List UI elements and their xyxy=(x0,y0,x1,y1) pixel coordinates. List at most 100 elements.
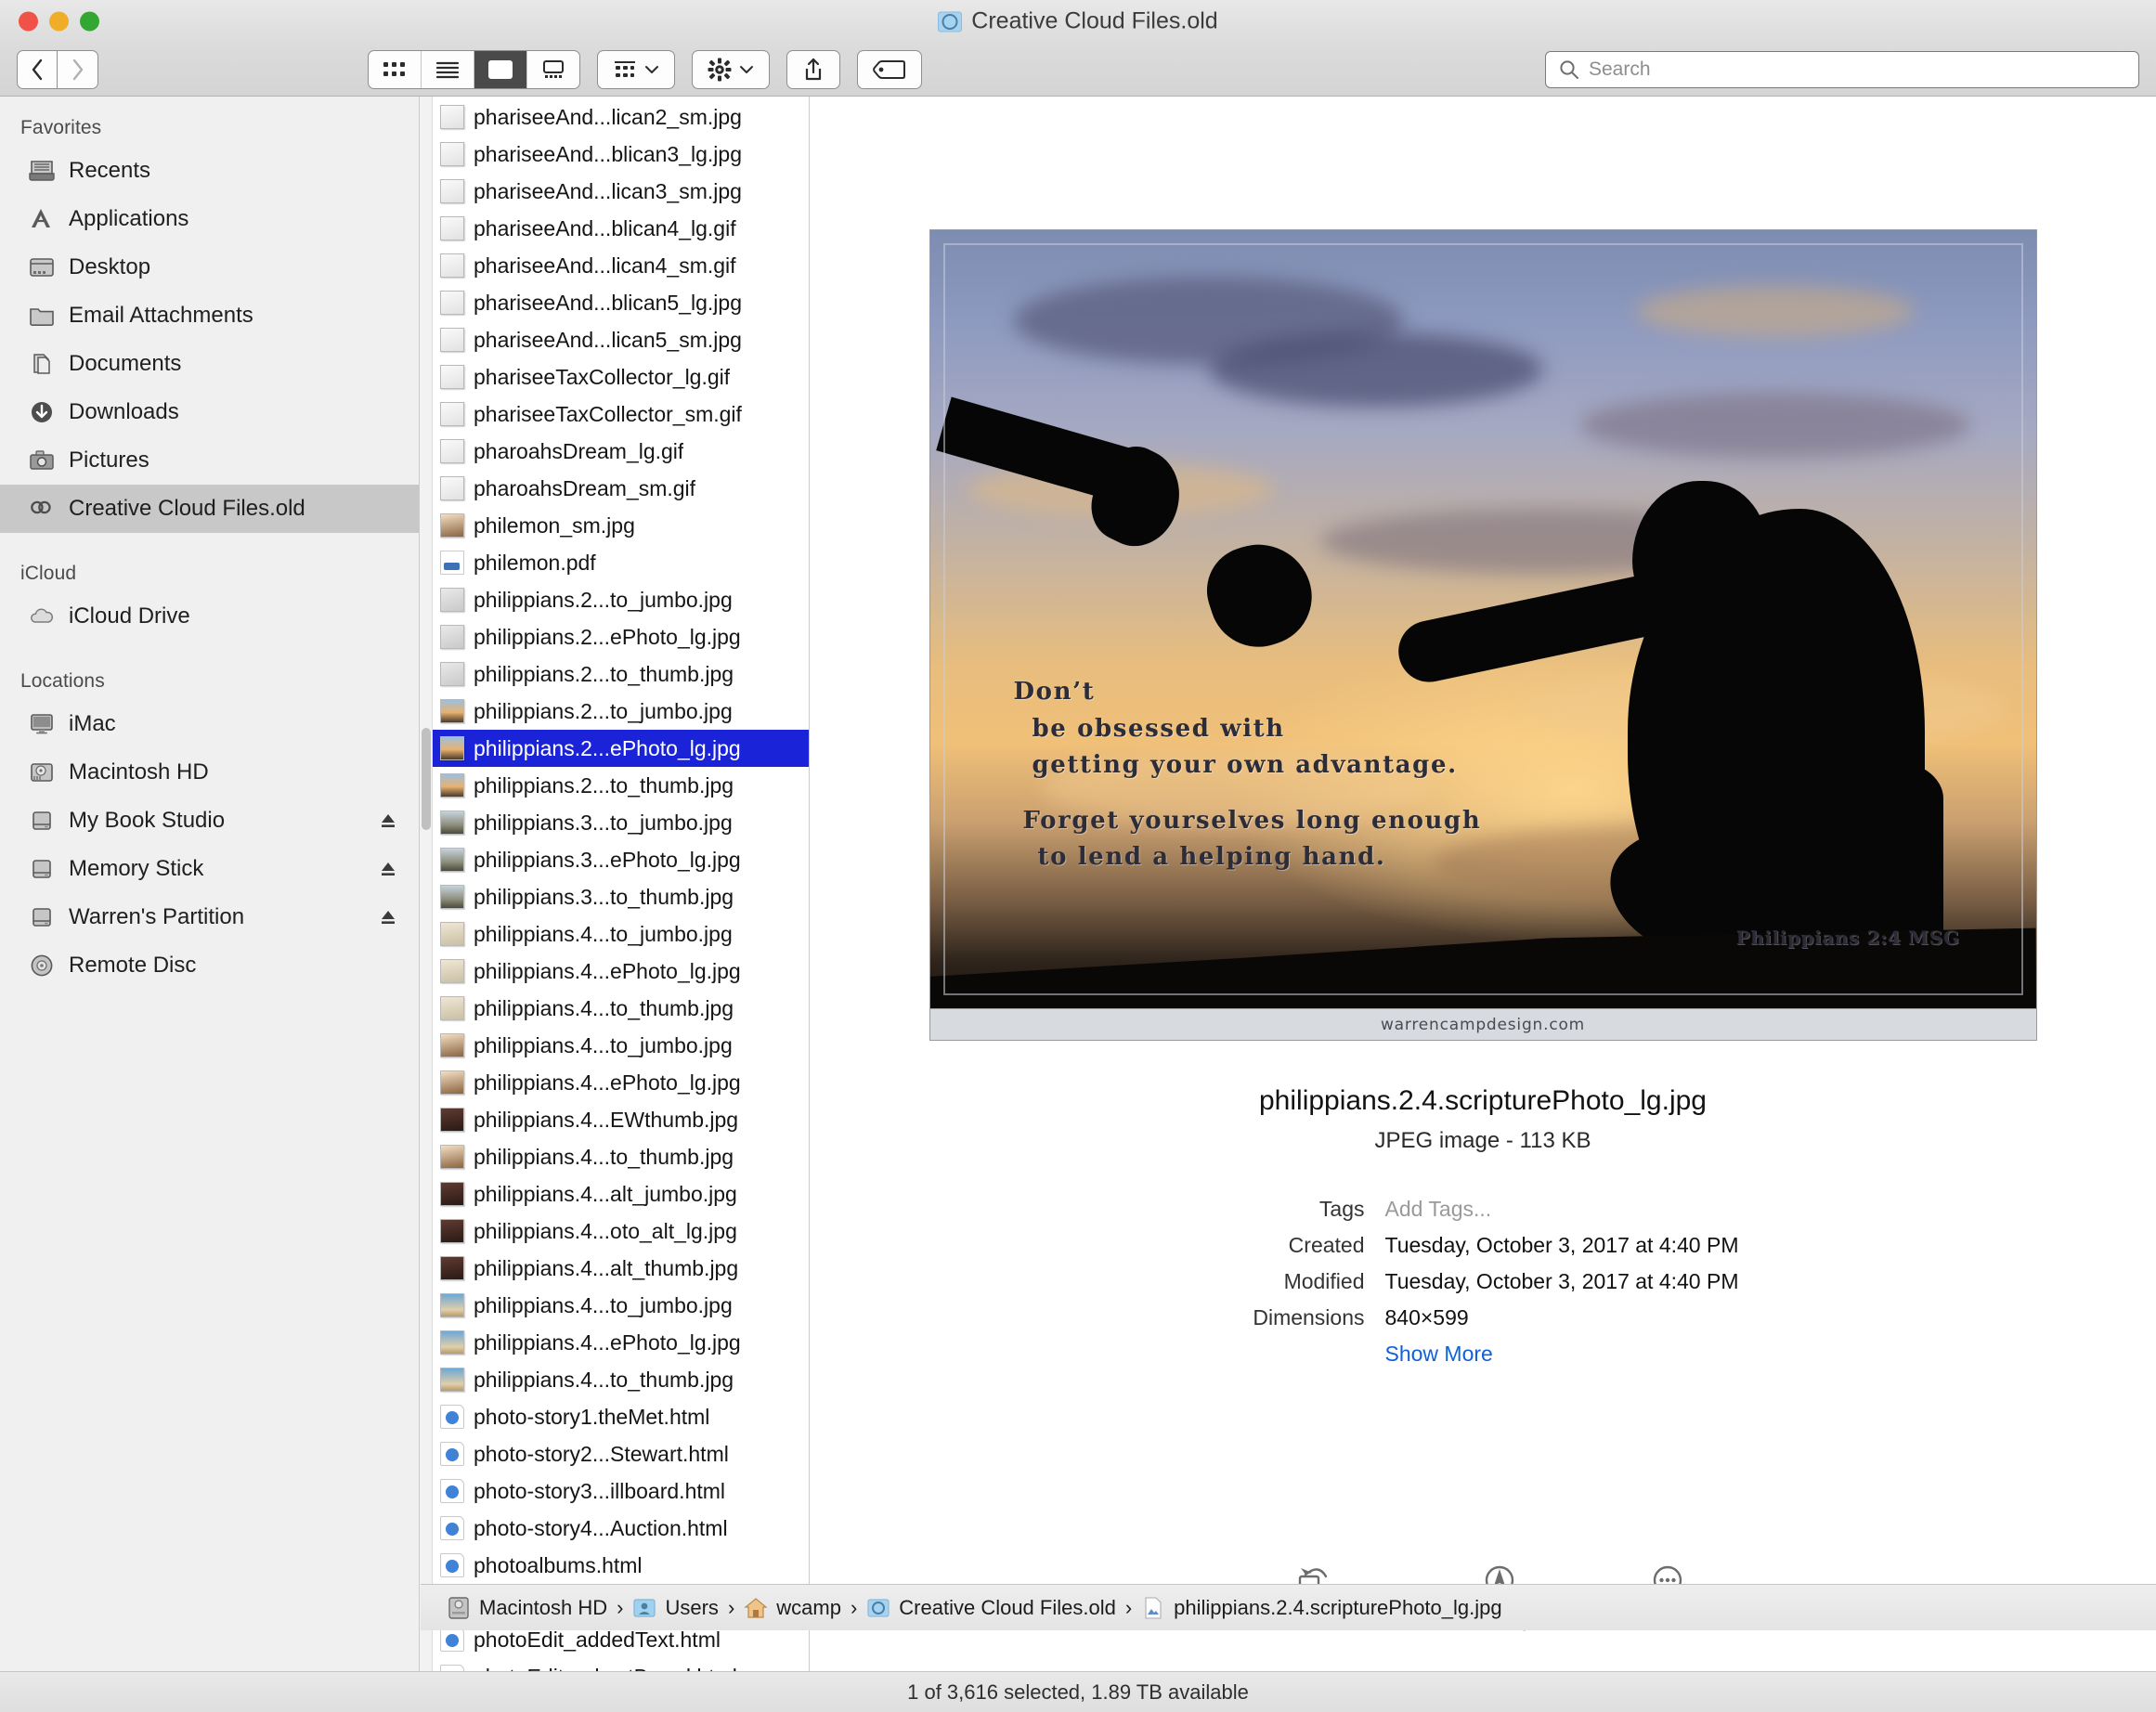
sidebar-item-imac[interactable]: iMac xyxy=(0,700,419,748)
file-list-item[interactable]: philippians.4...ePhoto_lg.jpg xyxy=(433,1324,809,1361)
file-list-item[interactable]: pharoahsDream_sm.gif xyxy=(433,470,809,507)
sidebar-item-icloud-drive[interactable]: iCloud Drive xyxy=(0,592,419,641)
file-list-item[interactable]: philippians.4...EWthumb.jpg xyxy=(433,1101,809,1138)
file-list-item[interactable]: philippians.2...to_jumbo.jpg xyxy=(433,693,809,730)
file-list-item[interactable]: philippians.4...alt_thumb.jpg xyxy=(433,1250,809,1287)
preview-image: Don’t be obsessed with getting your own … xyxy=(929,229,2037,1009)
file-list-item[interactable]: photo-story3...illboard.html xyxy=(433,1472,809,1510)
file-list-item[interactable]: pharoahsDream_lg.gif xyxy=(433,433,809,470)
file-list-item[interactable]: philippians.4...oto_alt_lg.jpg xyxy=(433,1213,809,1250)
gallery-view-button[interactable] xyxy=(527,51,579,88)
file-list-item[interactable]: philippians.2...to_thumb.jpg xyxy=(433,767,809,804)
sidebar-item-label: Downloads xyxy=(69,399,398,425)
file-list-item[interactable]: philippians.2...to_thumb.jpg xyxy=(433,655,809,693)
column-view-button[interactable] xyxy=(474,51,527,88)
sidebar-item-pictures[interactable]: Pictures xyxy=(0,436,419,485)
metadata-value-tags[interactable]: Add Tags... xyxy=(1385,1197,1739,1222)
eject-icon[interactable] xyxy=(378,907,398,927)
sidebar-item-email-attachments[interactable]: Email Attachments xyxy=(0,292,419,340)
sidebar-item-macintosh-hd[interactable]: Macintosh HD xyxy=(0,748,419,797)
file-name: phariseeTaxCollector_lg.gif xyxy=(474,365,730,390)
file-list-item[interactable]: philippians.4...to_thumb.jpg xyxy=(433,1361,809,1398)
file-name: philippians.2...ePhoto_lg.jpg xyxy=(474,625,741,650)
file-list-item[interactable]: photoalbums.html xyxy=(433,1547,809,1584)
file-list-item[interactable]: photoEdit_ad...xtBread.html xyxy=(433,1658,809,1671)
file-list-item[interactable]: phariseeAnd...lican5_sm.jpg xyxy=(433,321,809,358)
sidebar-item-label: iMac xyxy=(69,711,398,737)
breadcrumb-item[interactable]: Users xyxy=(632,1596,718,1620)
file-list-item[interactable]: philippians.4...to_thumb.jpg xyxy=(433,1138,809,1175)
file-list-item[interactable]: philippians.4...to_jumbo.jpg xyxy=(433,1027,809,1064)
scrollbar-thumb[interactable] xyxy=(422,728,431,830)
file-list-item[interactable]: philemon.pdf xyxy=(433,544,809,581)
file-list-item[interactable]: phariseeAnd...lican4_sm.gif xyxy=(433,247,809,284)
file-list-item[interactable]: philippians.4...to_jumbo.jpg xyxy=(433,915,809,953)
file-list-item[interactable]: phariseeAnd...blican5_lg.jpg xyxy=(433,284,809,321)
folder-icon xyxy=(28,302,56,330)
sidebar-item-remote-disc[interactable]: Remote Disc xyxy=(0,941,419,990)
file-list-item[interactable]: phariseeAnd...blican3_lg.jpg xyxy=(433,136,809,173)
file-list-item[interactable]: phariseeAnd...lican3_sm.jpg xyxy=(433,173,809,210)
file-list-item[interactable]: phariseeTaxCollector_lg.gif xyxy=(433,358,809,396)
breadcrumb-item[interactable]: philippians.2.4.scripturePhoto_lg.jpg xyxy=(1141,1596,1501,1620)
breadcrumb-item[interactable]: Creative Cloud Files.old xyxy=(866,1596,1116,1620)
sidebar-item-warrens-partition[interactable]: Warren's Partition xyxy=(0,893,419,941)
share-icon xyxy=(802,58,825,82)
file-list-item[interactable]: phariseeTaxCollector_sm.gif xyxy=(433,396,809,433)
file-list-item[interactable]: philippians.4...ePhoto_lg.jpg xyxy=(433,1064,809,1101)
breadcrumb-item[interactable]: Macintosh HD xyxy=(447,1596,607,1620)
file-list-item[interactable]: philippians.2...ePhoto_lg.jpg xyxy=(433,618,809,655)
file-list-item[interactable]: philippians.3...ePhoto_lg.jpg xyxy=(433,841,809,878)
sidebar-item-downloads[interactable]: Downloads xyxy=(0,388,419,436)
sidebar-item-desktop[interactable]: Desktop xyxy=(0,243,419,292)
file-list-item[interactable]: philemon_sm.jpg xyxy=(433,507,809,544)
file-list-item[interactable]: photo-story2...Stewart.html xyxy=(433,1435,809,1472)
back-button[interactable] xyxy=(17,50,58,89)
eject-icon[interactable] xyxy=(378,859,398,879)
imac-icon xyxy=(28,710,56,738)
share-button[interactable] xyxy=(786,50,840,89)
search-field[interactable]: Search xyxy=(1545,51,2139,88)
file-list-item[interactable]: philippians.3...to_jumbo.jpg xyxy=(433,804,809,841)
file-list-item[interactable]: philippians.4...to_jumbo.jpg xyxy=(433,1287,809,1324)
html-file-icon xyxy=(440,1479,464,1503)
column-scrollbar[interactable] xyxy=(420,97,433,1671)
file-list-item[interactable]: philippians.2...ePhoto_lg.jpg xyxy=(433,730,809,767)
file-name: philippians.2...to_thumb.jpg xyxy=(474,662,734,687)
icon-view-button[interactable] xyxy=(369,51,422,88)
file-list-item[interactable]: philippians.3...to_thumb.jpg xyxy=(433,878,809,915)
file-name: photo-story1.theMet.html xyxy=(474,1405,709,1430)
sidebar-item-memory-stick[interactable]: Memory Stick xyxy=(0,845,419,893)
file-name: philippians.2...to_jumbo.jpg xyxy=(474,588,733,613)
breadcrumb-item[interactable]: wcamp xyxy=(744,1596,841,1620)
list-view-button[interactable] xyxy=(422,51,474,88)
image-thumbnail-icon xyxy=(440,662,464,686)
file-name: philippians.4...alt_thumb.jpg xyxy=(474,1256,738,1281)
show-more-link[interactable]: Show More xyxy=(1385,1342,1739,1367)
sidebar-item-my-book-studio[interactable]: My Book Studio xyxy=(0,797,419,845)
file-list-item[interactable]: philippians.4...ePhoto_lg.jpg xyxy=(433,953,809,990)
file-list-item[interactable]: phariseeAnd...blican4_lg.gif xyxy=(433,210,809,247)
eject-icon[interactable] xyxy=(378,811,398,831)
sidebar-item-label: Email Attachments xyxy=(69,303,398,329)
tags-button[interactable] xyxy=(857,50,922,89)
sidebar-item-documents[interactable]: Documents xyxy=(0,340,419,388)
image-thumbnail-icon xyxy=(440,1330,464,1355)
sidebar-item-recents[interactable]: Recents xyxy=(0,147,419,195)
quote-line: Forget yourselves long enough xyxy=(1023,803,1482,840)
file-list-item[interactable]: photo-story1.theMet.html xyxy=(433,1398,809,1435)
file-list-item[interactable]: phariseeAnd...lican2_sm.jpg xyxy=(433,98,809,136)
window-body: Favorites Recents xyxy=(0,97,2156,1671)
file-list-item[interactable]: philippians.4...to_thumb.jpg xyxy=(433,990,809,1027)
file-name: philippians.3...to_jumbo.jpg xyxy=(474,811,733,836)
sidebar-item-applications[interactable]: Applications xyxy=(0,195,419,243)
group-by-button[interactable] xyxy=(597,50,675,89)
file-list-item[interactable]: photo-story4...Auction.html xyxy=(433,1510,809,1547)
file-list-item[interactable]: philippians.4...alt_jumbo.jpg xyxy=(433,1175,809,1213)
action-menu-button[interactable] xyxy=(692,50,770,89)
forward-button[interactable] xyxy=(58,50,98,89)
sidebar-item-creative-cloud-files-old[interactable]: Creative Cloud Files.old xyxy=(0,485,419,533)
file-name: pharoahsDream_lg.gif xyxy=(474,439,683,464)
file-list-item[interactable]: philippians.2...to_jumbo.jpg xyxy=(433,581,809,618)
jpeg-file-icon xyxy=(1141,1596,1165,1620)
